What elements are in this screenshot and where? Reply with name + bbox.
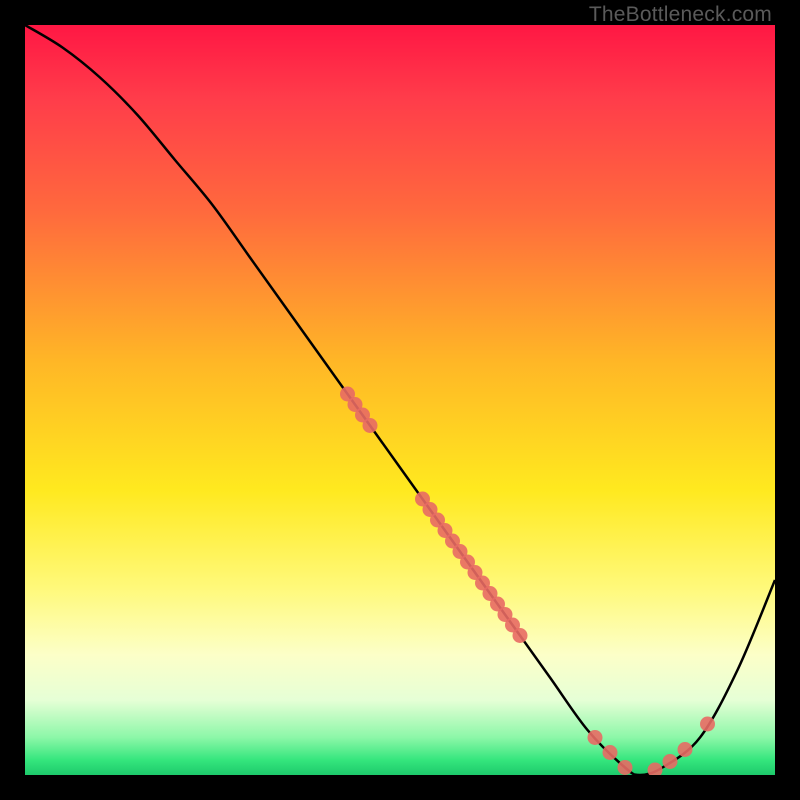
data-point: [678, 742, 693, 757]
watermark-text: TheBottleneck.com: [589, 3, 772, 27]
data-point: [618, 760, 633, 775]
data-point: [588, 730, 603, 745]
data-point: [700, 717, 715, 732]
data-point: [663, 754, 678, 769]
chart-svg: [25, 25, 775, 775]
data-point: [513, 628, 528, 643]
bottleneck-curve: [25, 25, 775, 775]
data-point: [648, 763, 663, 776]
data-point: [363, 418, 378, 433]
chart-frame: [25, 25, 775, 775]
data-point: [603, 745, 618, 760]
